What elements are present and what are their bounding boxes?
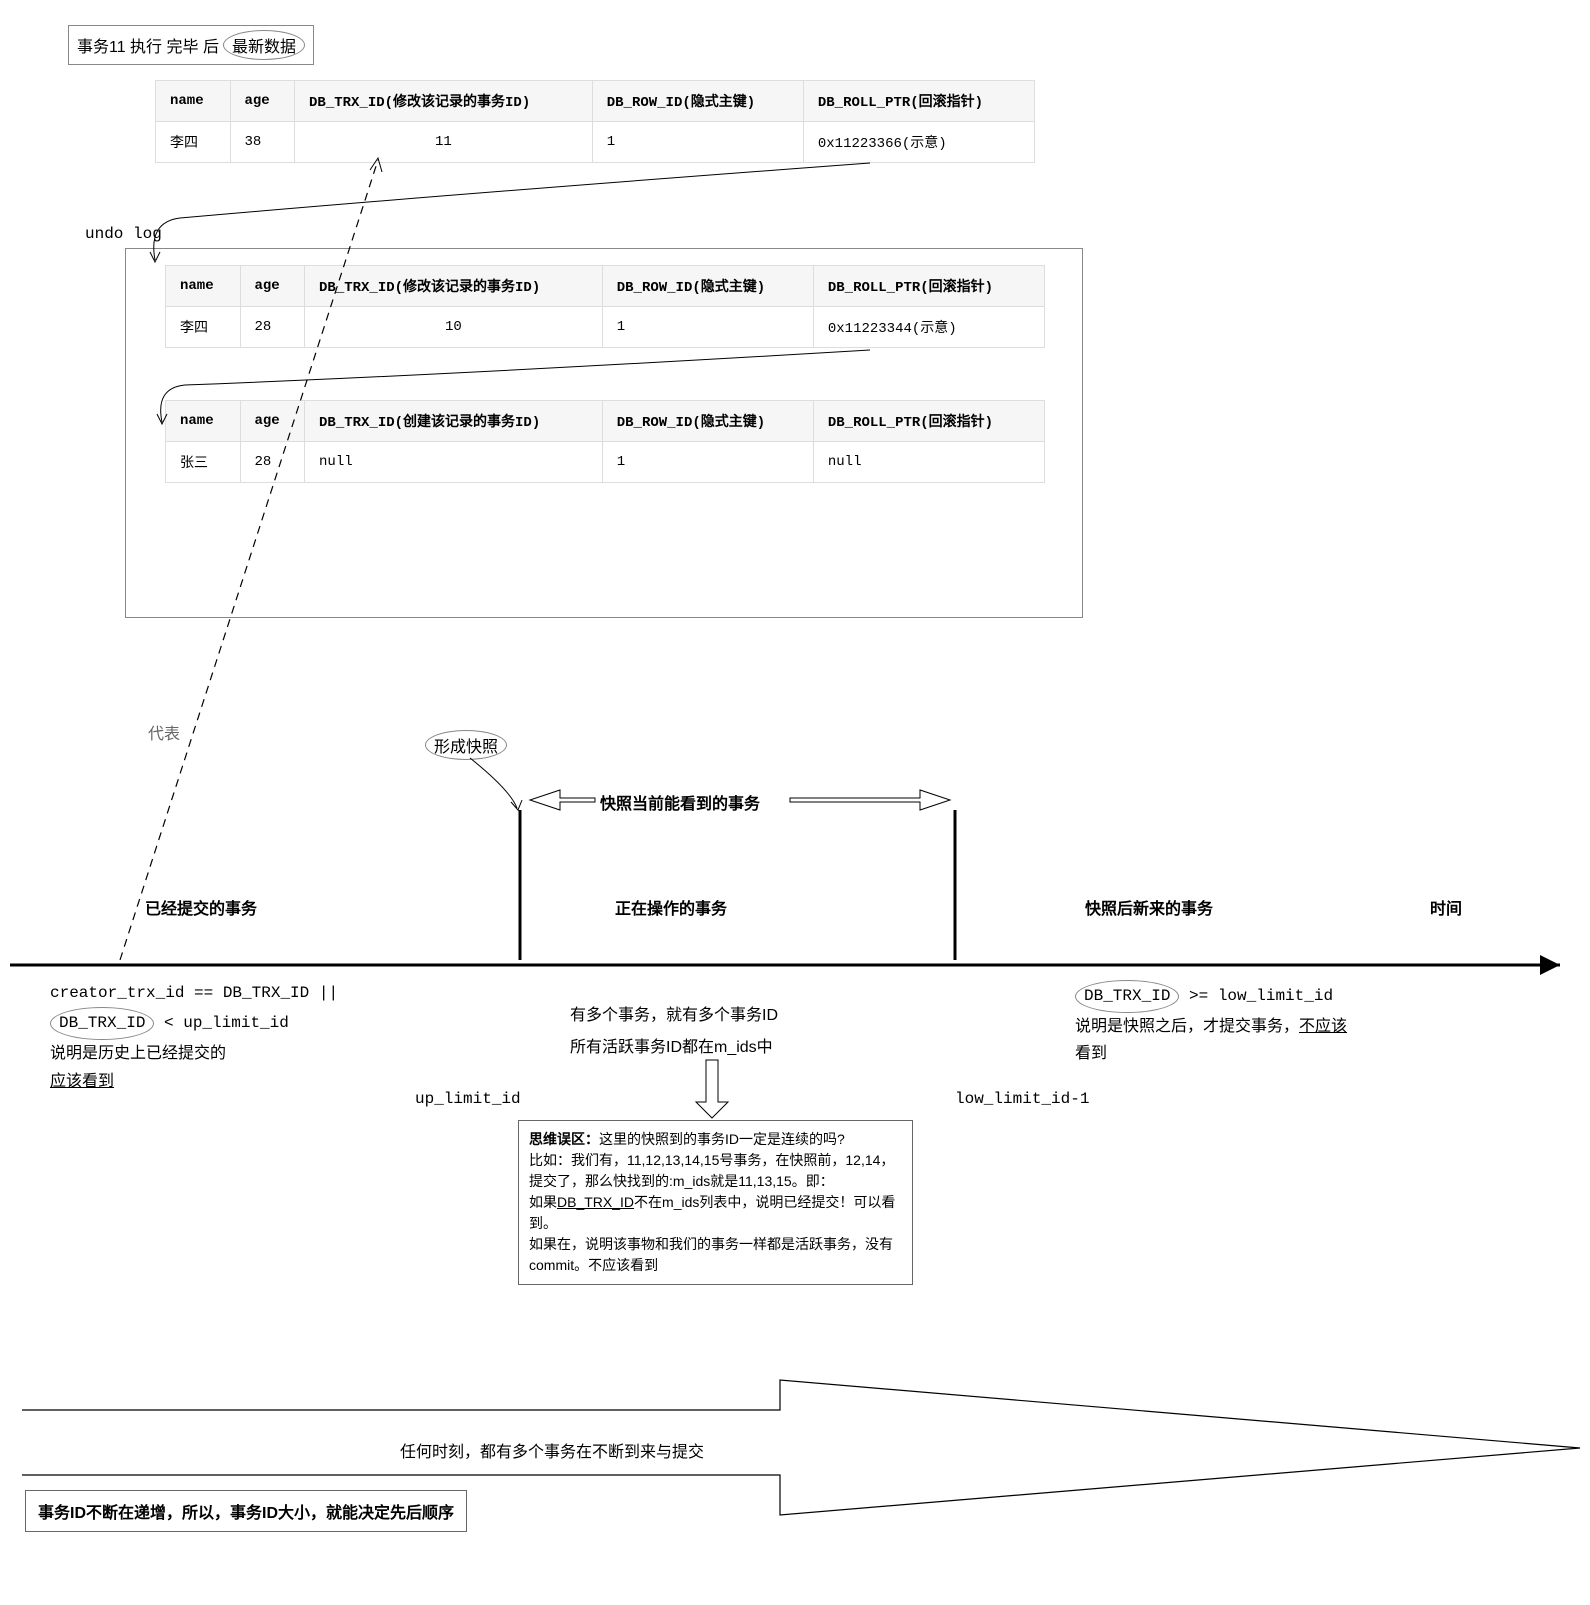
td-trxid: 11 <box>295 122 593 163</box>
represent-label: 代表 <box>148 720 180 744</box>
left-rules: creator_trx_id == DB_TRX_ID || DB_TRX_ID… <box>50 980 338 1095</box>
mid-rules: 有多个事务，就有多个事务ID 所有活跃事务ID都在m_ids中 <box>570 1000 778 1064</box>
td-name: 李四 <box>156 122 231 163</box>
table-row: 张三 28 null 1 null <box>166 442 1045 483</box>
right-rule-l2: 说明是快照之后，才提交事务，不应该 <box>1075 1013 1347 1040</box>
table-current: name age DB_TRX_ID(修改该记录的事务ID) DB_ROW_ID… <box>155 80 1035 163</box>
left-rule-l1: creator_trx_id == DB_TRX_ID || <box>50 980 338 1007</box>
diagram-overlay <box>0 0 1590 1605</box>
table-undo2: name age DB_TRX_ID(创建该记录的事务ID) DB_ROW_ID… <box>165 400 1045 483</box>
left-rule-key: DB_TRX_ID <box>50 1007 154 1040</box>
td-trxid: null <box>305 442 603 483</box>
region-left-label: 已经提交的事务 <box>145 895 257 919</box>
note-title: 思维误区： <box>529 1131 599 1147</box>
th-trxid: DB_TRX_ID(创建该记录的事务ID) <box>305 401 603 442</box>
td-rollptr: null <box>813 442 1044 483</box>
table-row: 李四 38 11 1 0x11223366(示意) <box>156 122 1035 163</box>
table-undo1: name age DB_TRX_ID(修改该记录的事务ID) DB_ROW_ID… <box>165 265 1045 348</box>
right-rules: DB_TRX_ID >= low_limit_id 说明是快照之后，才提交事务，… <box>1075 980 1347 1068</box>
td-trxid: 10 <box>305 307 603 348</box>
up-limit-label: up_limit_id <box>415 1090 521 1108</box>
left-rule-l3: 说明是历史上已经提交的 <box>50 1040 338 1067</box>
td-rowid: 1 <box>602 307 813 348</box>
note-p2: 比如：我们有，11,12,13,14,15号事务，在快照前，12,14，提交了，… <box>529 1152 894 1189</box>
td-age: 28 <box>240 307 305 348</box>
bottom-note: 事务ID不断在递增，所以，事务ID大小，就能决定先后顺序 <box>25 1490 467 1532</box>
td-age: 28 <box>240 442 305 483</box>
snapshot-badge: 形成快照 <box>425 730 507 760</box>
th-rowid: DB_ROW_ID(隐式主键) <box>602 266 813 307</box>
mid-rule-l2: 所有活跃事务ID都在m_ids中 <box>570 1032 778 1064</box>
th-rowid: DB_ROW_ID(隐式主键) <box>602 401 813 442</box>
th-trxid: DB_TRX_ID(修改该记录的事务ID) <box>295 81 593 122</box>
td-rowid: 1 <box>602 442 813 483</box>
th-name: name <box>166 401 241 442</box>
note-p3a: 如果 <box>529 1194 557 1210</box>
right-rule-l1: DB_TRX_ID >= low_limit_id <box>1075 980 1347 1013</box>
banner-text: 任何时刻，都有多个事务在不断到来与提交 <box>400 1438 704 1462</box>
note-p4: 如果在，说明该事物和我们的事务一样都是活跃事务，没有commit。不应该看到 <box>529 1236 893 1273</box>
undo-log-label: undo log <box>85 225 162 243</box>
th-name: name <box>156 81 231 122</box>
right-rule-l1b: >= low_limit_id <box>1179 987 1333 1005</box>
title-pre: 事务11 执行 完毕 后 <box>77 33 219 57</box>
table-row: 李四 28 10 1 0x11223344(示意) <box>166 307 1045 348</box>
note-p1: 这里的快照到的事务ID一定是连续的吗? <box>599 1131 845 1147</box>
th-age: age <box>230 81 295 122</box>
td-name: 张三 <box>166 442 241 483</box>
title-badge: 最新数据 <box>223 30 305 60</box>
td-name: 李四 <box>166 307 241 348</box>
left-rule-l2b: < up_limit_id <box>154 1014 288 1032</box>
th-name: name <box>166 266 241 307</box>
left-rule-l4: 应该看到 <box>50 1068 338 1095</box>
table-header-row: name age DB_TRX_ID(修改该记录的事务ID) DB_ROW_ID… <box>156 81 1035 122</box>
th-age: age <box>240 266 305 307</box>
note-misconception: 思维误区：这里的快照到的事务ID一定是连续的吗? 比如：我们有，11,12,13… <box>518 1120 913 1285</box>
title-box: 事务11 执行 完毕 后 最新数据 <box>68 25 314 65</box>
table-header-row: name age DB_TRX_ID(修改该记录的事务ID) DB_ROW_ID… <box>166 266 1045 307</box>
mid-rule-l1: 有多个事务，就有多个事务ID <box>570 1000 778 1032</box>
td-rowid: 1 <box>592 122 803 163</box>
right-rule-key: DB_TRX_ID <box>1075 980 1179 1013</box>
th-age: age <box>240 401 305 442</box>
th-trxid: DB_TRX_ID(修改该记录的事务ID) <box>305 266 603 307</box>
th-rowid: DB_ROW_ID(隐式主键) <box>592 81 803 122</box>
time-label: 时间 <box>1430 895 1462 919</box>
right-rule-l3: 看到 <box>1075 1040 1347 1067</box>
th-rollptr: DB_ROLL_PTR(回滚指针) <box>813 266 1044 307</box>
th-rollptr: DB_ROLL_PTR(回滚指针) <box>803 81 1034 122</box>
note-p3k: DB_TRX_ID <box>557 1194 634 1210</box>
table-header-row: name age DB_TRX_ID(创建该记录的事务ID) DB_ROW_ID… <box>166 401 1045 442</box>
td-rollptr: 0x11223344(示意) <box>813 307 1044 348</box>
low-limit-label: low_limit_id-1 <box>955 1090 1089 1108</box>
left-rule-l2: DB_TRX_ID < up_limit_id <box>50 1007 338 1040</box>
td-rollptr: 0x11223366(示意) <box>803 122 1034 163</box>
td-age: 38 <box>230 122 295 163</box>
region-mid-label: 正在操作的事务 <box>615 895 727 919</box>
th-rollptr: DB_ROLL_PTR(回滚指针) <box>813 401 1044 442</box>
snapshot-visible-header: 快照当前能看到的事务 <box>600 790 760 814</box>
region-right-label: 快照后新来的事务 <box>1085 895 1213 919</box>
